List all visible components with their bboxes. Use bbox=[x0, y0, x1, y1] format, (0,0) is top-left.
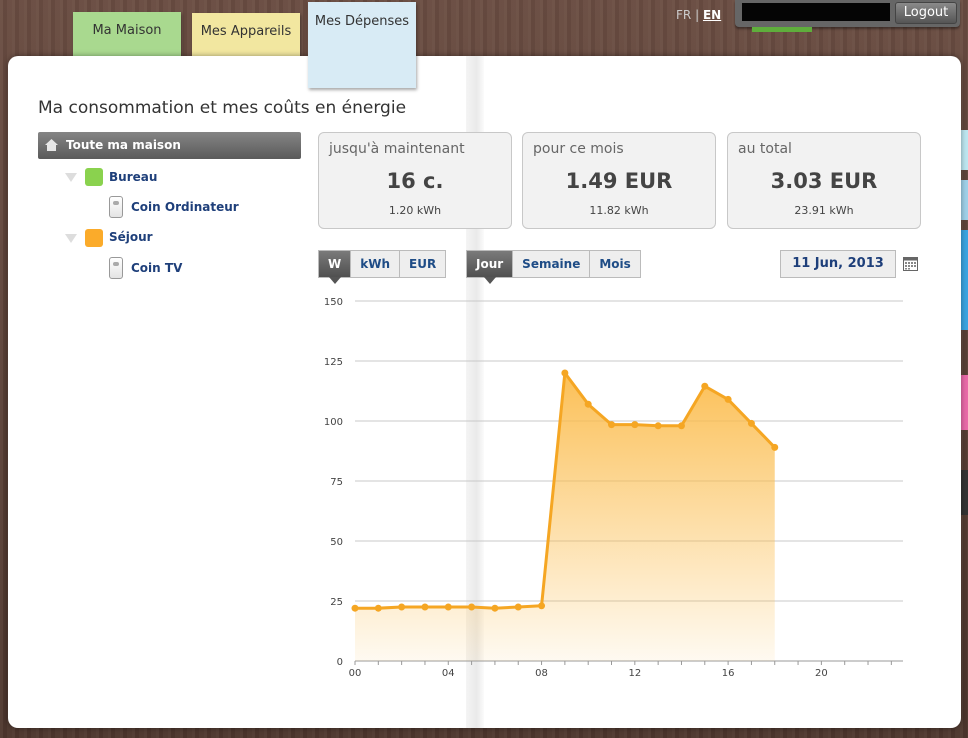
tab-ma-maison[interactable]: Ma Maison bbox=[73, 12, 181, 58]
logout-button[interactable]: Logout bbox=[895, 2, 957, 24]
chart-data-point[interactable] bbox=[514, 603, 522, 611]
tab-mes-appareils[interactable]: Mes Appareils bbox=[192, 13, 300, 59]
y-tick-label: 25 bbox=[330, 597, 343, 608]
chart-data-point[interactable] bbox=[771, 443, 779, 451]
chart-y-axis: 0 25 50 75 100 125 150 bbox=[324, 297, 343, 668]
chart-data-point[interactable] bbox=[398, 603, 406, 611]
y-tick-label: 100 bbox=[324, 417, 343, 428]
main-panel: Ma consommation et mes coûts en énergie … bbox=[8, 56, 961, 728]
edge-tab-blue bbox=[960, 230, 968, 330]
chart-area bbox=[355, 373, 775, 661]
user-box: Logout bbox=[735, 0, 960, 27]
chart-data-point[interactable] bbox=[584, 400, 592, 408]
lang-en-link[interactable]: EN bbox=[703, 8, 721, 22]
y-tick-label: 125 bbox=[324, 357, 343, 368]
x-tick-label: 08 bbox=[535, 668, 548, 679]
chart-data-point[interactable] bbox=[631, 421, 639, 429]
chart-x-axis: 00 04 08 12 16 20 bbox=[349, 661, 892, 679]
chart-data-point[interactable] bbox=[608, 421, 616, 429]
chart-data-point[interactable] bbox=[421, 603, 429, 611]
x-tick-label: 00 bbox=[349, 668, 362, 679]
chart-data-point[interactable] bbox=[747, 419, 755, 427]
username-field bbox=[742, 3, 890, 21]
x-tick-label: 20 bbox=[815, 668, 828, 679]
chart-data-point[interactable] bbox=[724, 395, 732, 403]
x-tick-label: 04 bbox=[442, 668, 455, 679]
lang-fr-link[interactable]: FR bbox=[676, 8, 691, 22]
y-tick-label: 150 bbox=[324, 297, 343, 308]
tab-mes-depenses[interactable]: Mes Dépenses bbox=[308, 2, 416, 88]
chart-data-point[interactable] bbox=[351, 604, 359, 612]
lang-separator: | bbox=[695, 8, 700, 22]
chart-data-point[interactable] bbox=[374, 604, 382, 612]
edge-tab-lightblue bbox=[960, 180, 968, 220]
chart-data-point[interactable] bbox=[491, 604, 499, 612]
y-tick-label: 75 bbox=[330, 477, 343, 488]
language-switcher: FR | EN bbox=[676, 8, 721, 22]
x-tick-label: 12 bbox=[628, 668, 641, 679]
chart-data-point[interactable] bbox=[677, 422, 685, 430]
chart-data-point[interactable] bbox=[701, 382, 709, 390]
status-stripe bbox=[752, 27, 812, 32]
edge-tab-pink bbox=[960, 375, 968, 430]
y-tick-label: 0 bbox=[337, 657, 343, 668]
y-tick-label: 50 bbox=[330, 537, 343, 548]
chart-data-point[interactable] bbox=[468, 603, 476, 611]
chart-data-point[interactable] bbox=[654, 422, 662, 430]
edge-tab-dark bbox=[960, 470, 968, 515]
chart-data-point[interactable] bbox=[538, 602, 546, 610]
chart-data-point[interactable] bbox=[561, 369, 569, 377]
chart-data-point[interactable] bbox=[444, 603, 452, 611]
power-chart: 0 25 50 75 100 125 150 00 04 08 12 16 20 bbox=[324, 297, 903, 679]
edge-tab-cyan bbox=[960, 130, 968, 170]
x-tick-label: 16 bbox=[722, 668, 735, 679]
